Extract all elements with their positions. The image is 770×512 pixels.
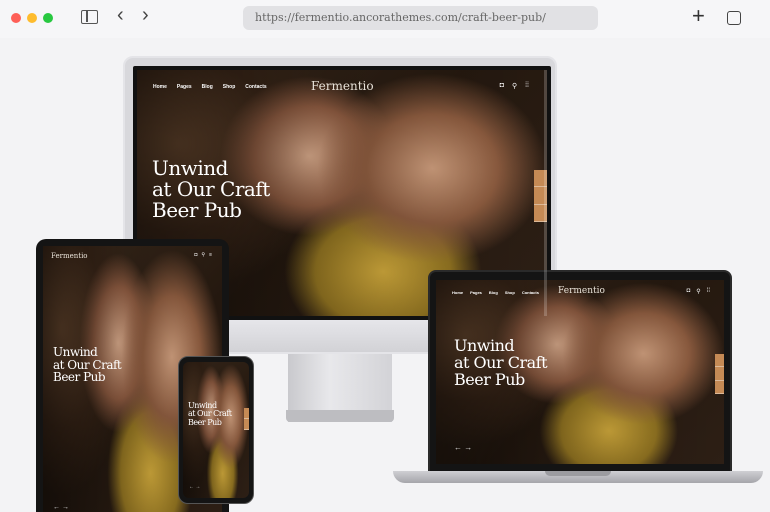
slider-arrows[interactable]: ← → xyxy=(53,504,69,511)
smartphone: Unwind at Our Craft Beer Pub ← → xyxy=(178,356,254,504)
forward-arrow-icon[interactable]: › xyxy=(142,5,149,25)
nav-item[interactable]: Pages xyxy=(470,290,482,295)
nav-item[interactable]: Home xyxy=(452,290,463,295)
laptop-hero-screen: Home Pages Blog Shop Contacts Fermentio … xyxy=(436,280,724,464)
nav-item[interactable]: Pages xyxy=(177,84,192,90)
hero-title: Unwind at Our Craft Beer Pub xyxy=(152,158,270,221)
menu-grid-icon[interactable]: ⁞⁞ xyxy=(707,288,710,295)
address-bar[interactable]: https://fermentio.ancorathemes.com/craft… xyxy=(243,6,598,30)
side-tool-strip[interactable] xyxy=(715,354,724,394)
hero-title-line: Unwind xyxy=(152,156,228,180)
cart-icon[interactable]: ◘ xyxy=(500,82,504,90)
phone-hero-screen: Unwind at Our Craft Beer Pub ← → xyxy=(183,362,249,498)
hero-title: Unwind at Our Craft Beer Pub xyxy=(188,401,232,427)
slider-arrows[interactable]: ← → xyxy=(189,484,200,490)
tab-overview-icon[interactable] xyxy=(723,7,741,25)
header-icons: ◘ ⚲ ⁞⁞ xyxy=(687,288,710,295)
scrollbar[interactable] xyxy=(544,70,547,316)
hero-title: Unwind at Our Craft Beer Pub xyxy=(454,337,548,389)
device-mockup-stage: Home Pages Blog Shop Contacts Fermentio … xyxy=(0,38,770,512)
search-icon[interactable]: ⚲ xyxy=(696,288,700,295)
hero-title-line: Beer Pub xyxy=(454,369,525,389)
site-logo[interactable]: Fermentio xyxy=(51,252,88,260)
header-icons: ◘ ⚲ ⁞⁞ xyxy=(500,82,529,90)
nav-item[interactable]: Shop xyxy=(223,84,236,90)
laptop: Home Pages Blog Shop Contacts Fermentio … xyxy=(428,270,732,474)
browser-toolbar: ‹ › https://fermentio.ancorathemes.com/c… xyxy=(0,0,770,38)
nav-item[interactable]: Home xyxy=(153,84,167,90)
minimize-window-button[interactable] xyxy=(27,13,37,23)
cart-icon[interactable]: ◘ xyxy=(194,252,197,258)
menu-icon[interactable]: ≡ xyxy=(209,252,212,258)
hero-title: Unwind at Our Craft Beer Pub xyxy=(53,345,122,385)
monitor-main-nav: Home Pages Blog Shop Contacts xyxy=(153,84,267,90)
nav-item[interactable]: Contacts xyxy=(522,290,539,295)
header-icons: ◘ ⚲ ≡ xyxy=(194,252,212,258)
laptop-notch xyxy=(545,471,611,476)
cart-icon[interactable]: ◘ xyxy=(687,288,691,295)
laptop-main-nav: Home Pages Blog Shop Contacts xyxy=(452,290,539,295)
monitor-stand-base xyxy=(286,410,394,422)
hero-title-line: Beer Pub xyxy=(188,417,222,427)
nav-item[interactable]: Shop xyxy=(505,290,515,295)
back-arrow-icon[interactable]: ‹ xyxy=(117,5,124,25)
close-window-button[interactable] xyxy=(11,13,21,23)
hero-title-line: Beer Pub xyxy=(152,198,242,222)
site-logo[interactable]: Fermentio xyxy=(558,286,605,296)
nav-item[interactable]: Blog xyxy=(202,84,213,90)
nav-item[interactable]: Contacts xyxy=(245,84,266,90)
hero-title-line: Unwind xyxy=(53,345,98,359)
site-logo[interactable]: Fermentio xyxy=(311,79,374,93)
menu-grid-icon[interactable]: ⁞⁞ xyxy=(525,82,529,90)
search-icon[interactable]: ⚲ xyxy=(201,252,205,258)
hero-title-line: Beer Pub xyxy=(53,370,106,385)
hero-title-line: at Our Craft xyxy=(152,177,270,201)
sidebar-toggle-icon[interactable] xyxy=(81,10,98,24)
side-tool-strip[interactable] xyxy=(244,408,249,430)
nav-item[interactable]: Blog xyxy=(489,290,498,295)
new-tab-plus-icon[interactable]: + xyxy=(692,5,705,27)
search-icon[interactable]: ⚲ xyxy=(512,82,517,90)
slider-arrows[interactable]: ← → xyxy=(454,443,472,452)
maximize-window-button[interactable] xyxy=(43,13,53,23)
